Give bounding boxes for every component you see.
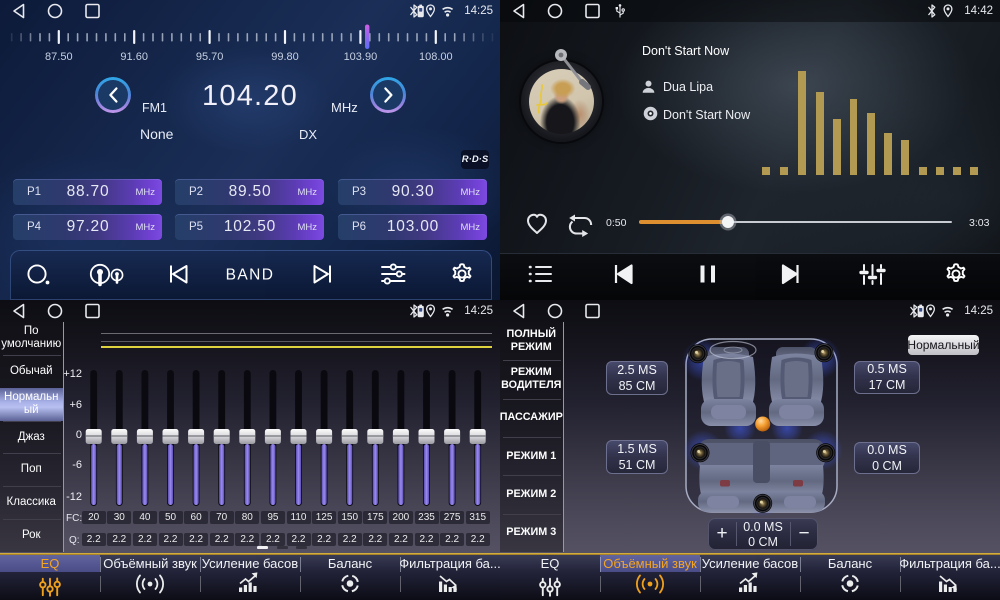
svg-text:BAND: BAND — [226, 267, 275, 284]
